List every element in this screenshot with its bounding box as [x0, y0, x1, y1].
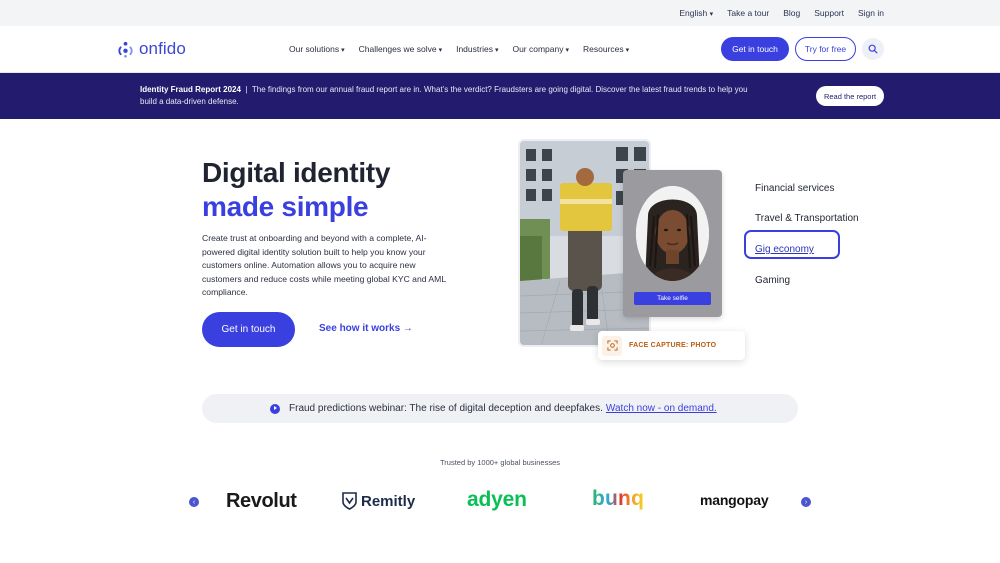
blog-link[interactable]: Blog [783, 8, 800, 18]
banner-title: Identity Fraud Report 2024 [140, 85, 241, 94]
support-link[interactable]: Support [814, 8, 844, 18]
brand-revolut: Revolut [226, 490, 297, 512]
nav-label: Industries [456, 44, 493, 54]
announcement-banner: Identity Fraud Report 2024 | The finding… [0, 73, 1000, 119]
carousel-prev-button[interactable]: ‹ [189, 497, 199, 507]
brand-mangopay: mangopay [700, 492, 769, 508]
nav-our-solutions[interactable]: Our solutions ▾ [289, 44, 345, 54]
nav-industries[interactable]: Industries ▾ [456, 44, 498, 54]
brand-remitly-logo: Remitly [342, 492, 415, 510]
webinar-message: Fraud predictions webinar: The rise of d… [289, 403, 603, 414]
chevron-down-icon: ▾ [494, 47, 499, 54]
language-selector[interactable]: English ▾ [679, 8, 713, 18]
get-in-touch-button[interactable]: Get in touch [721, 37, 789, 61]
search-icon [868, 44, 878, 54]
chevron-down-icon: ▾ [625, 47, 630, 54]
hero-get-in-touch-button[interactable]: Get in touch [202, 312, 295, 347]
use-case-gig-economy[interactable]: Gig economy [755, 244, 814, 255]
nav-challenges[interactable]: Challenges we solve ▾ [359, 44, 442, 54]
use-case-financial-services[interactable]: Financial services [755, 183, 834, 194]
hero-title-line1: Digital identity [202, 157, 391, 188]
trusted-heading: Trusted by 1000+ global businesses [439, 458, 560, 467]
use-case-gaming[interactable]: Gaming [755, 275, 790, 286]
logo-text: onfido [139, 39, 186, 58]
watch-now-link[interactable]: Watch now - on demand. [606, 403, 717, 414]
language-label: English [679, 8, 708, 18]
nav-label: Challenges we solve [358, 44, 437, 54]
main-nav: onfido Our solutions ▾ Challenges we solv… [0, 26, 1000, 73]
see-how-it-works-link[interactable]: See how it works → [319, 323, 413, 334]
nav-menu: Our solutions ▾ Challenges we solve ▾ Indu… [289, 44, 629, 54]
brand-adyen: adyen [467, 488, 527, 511]
brand-remitly: Remitly [361, 492, 416, 510]
face-illustration [636, 186, 709, 281]
banner-separator: | [245, 85, 248, 94]
read-the-report-button[interactable]: Read the report [816, 86, 884, 106]
use-case-travel-transportation[interactable]: Travel & Transportation [755, 213, 859, 224]
webinar-text: Fraud predictions webinar: The rise of d… [289, 403, 717, 414]
utility-bar: English ▾ Take a tour Blog Support Sign … [0, 0, 1000, 26]
face-capture-chip: FACE CAPTURE: PHOTO [598, 331, 745, 360]
chevron-right-icon: › [804, 498, 808, 506]
nav-resources[interactable]: Resources ▾ [583, 44, 629, 54]
hero-title: Digital identity made simple [202, 156, 390, 224]
hero-description: Create trust at onboarding and beyond wi… [202, 233, 446, 298]
brand-bunq: bunq [592, 487, 645, 510]
nav-label: Resources [583, 44, 624, 54]
selfie-frame [636, 186, 709, 281]
face-capture-label: FACE CAPTURE: PHOTO [629, 342, 717, 349]
take-selfie-button[interactable]: Take selfie [634, 292, 711, 305]
carousel-next-button[interactable]: › [801, 497, 811, 507]
sign-in-link[interactable]: Sign in [858, 8, 884, 18]
chevron-down-icon: ▾ [565, 47, 570, 54]
chevron-down-icon: ▾ [341, 47, 345, 54]
try-for-free-button[interactable]: Try for free [795, 37, 856, 61]
search-button[interactable] [862, 38, 884, 60]
utility-links: English ▾ Take a tour Blog Support Sign … [679, 8, 884, 18]
onfido-logo-icon [118, 41, 133, 58]
selfie-card: Take selfie [623, 170, 722, 317]
nav-label: Our company [512, 44, 564, 54]
chevron-down-icon: ▾ [438, 47, 443, 54]
remitly-shield-icon [342, 492, 357, 510]
hero-title-line2: made simple [202, 191, 369, 222]
play-icon [270, 403, 280, 414]
chevron-left-icon: ‹ [192, 498, 196, 506]
nav-label: Our solutions [289, 44, 340, 54]
banner-text: Identity Fraud Report 2024 | The finding… [140, 84, 750, 108]
chevron-down-icon: ▾ [709, 11, 714, 18]
nav-our-company[interactable]: Our company ▾ [512, 44, 569, 54]
webinar-bar: Fraud predictions webinar: The rise of d… [202, 394, 798, 423]
logo[interactable]: onfido [117, 39, 186, 59]
face-scan-icon [602, 335, 622, 356]
take-a-tour-link[interactable]: Take a tour [727, 8, 769, 18]
